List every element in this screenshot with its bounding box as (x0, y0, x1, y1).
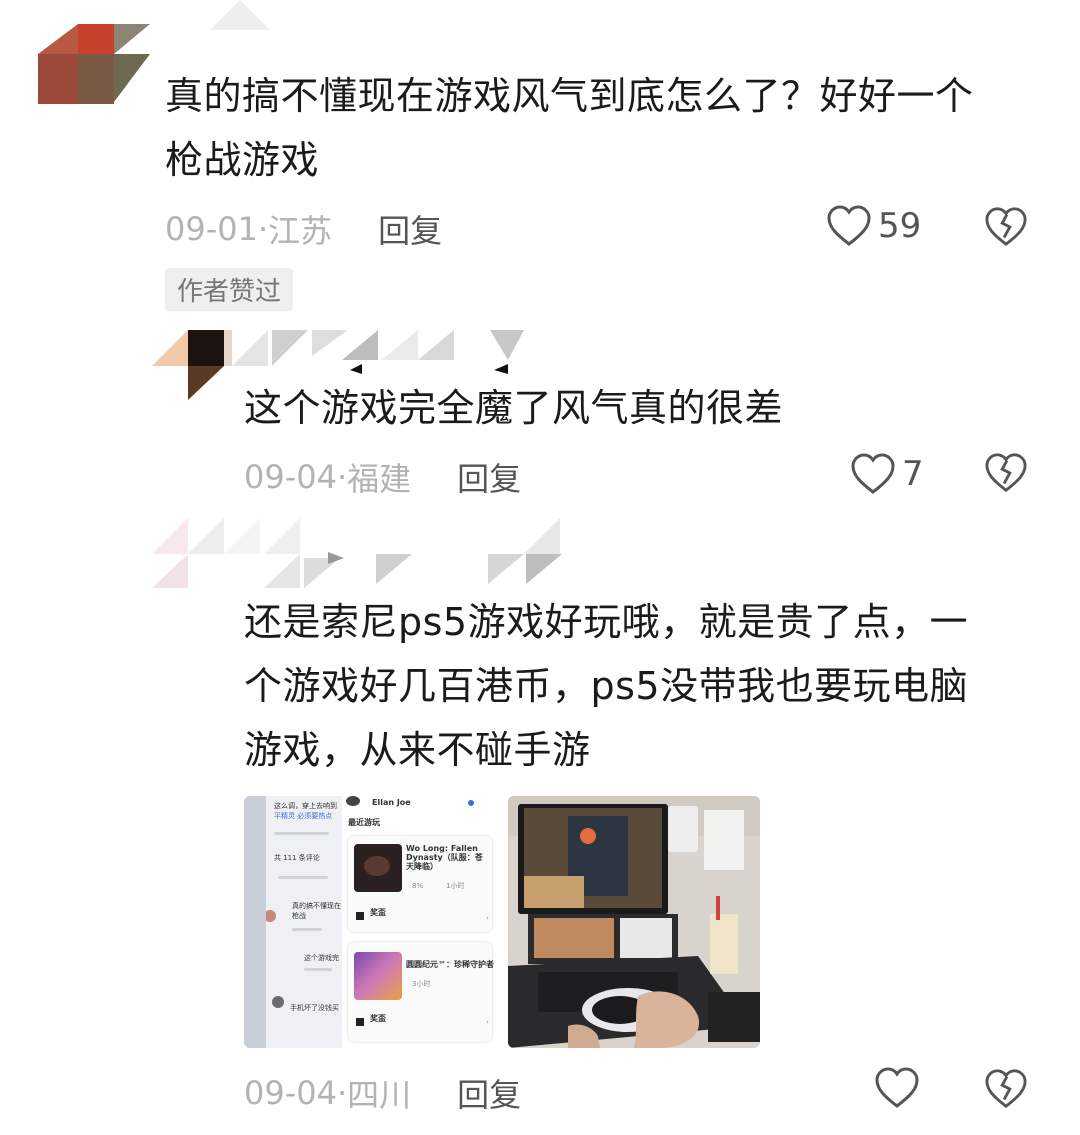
comment-meta: 09-01 · 江苏 回复 (165, 206, 442, 252)
like-count: 59 (878, 206, 922, 246)
screenshot-game-list: Ellan Joe 最近游玩 Wo Long: Fallen Dynasty（队… (342, 796, 496, 1048)
broken-heart-icon[interactable] (984, 206, 1028, 248)
mosaic-censor (264, 518, 562, 588)
like-button[interactable]: 7 (850, 452, 924, 496)
meta-separator: · (336, 458, 348, 496)
comment-location: 福建 (347, 460, 412, 498)
author-liked-badge: 作者赞过 (165, 268, 294, 311)
meta-separator: · (336, 1074, 348, 1112)
comment-text: 这个游戏完全魔了风气真的很差 (244, 386, 784, 430)
meta-separator: · (257, 210, 269, 248)
like-button[interactable]: 59 (826, 204, 921, 248)
comment-location: 四川 (347, 1076, 412, 1114)
avatar-censored[interactable] (152, 518, 272, 590)
screenshot-comment-panel: 这么调，穿上去响到 平精灵 必须要热点 共 111 条评论 真的搞不懂现在 枪战… (244, 796, 342, 1048)
attached-image-photo[interactable] (508, 796, 760, 1048)
heart-outline-icon (851, 453, 895, 494)
broken-heart-icon[interactable] (984, 452, 1028, 494)
comment-meta: 09-04 · 福建 回复 (244, 454, 521, 500)
comment-meta: 09-04 · 四川 回复 (244, 1070, 521, 1116)
heart-outline-icon (827, 205, 871, 246)
avatar-censored[interactable] (152, 326, 232, 400)
like-count: 7 (902, 454, 924, 494)
reply-button[interactable]: 回复 (378, 206, 442, 252)
comment-text: 还是索尼ps5游戏好玩哦，就是贵了点，一 个游戏好几百港币，ps5没带我也要玩电… (244, 600, 969, 772)
broken-heart-icon[interactable] (984, 1068, 1028, 1110)
comment-location: 江苏 (268, 212, 333, 250)
comment-date: 09-04 (244, 1074, 337, 1112)
attached-image-screenshot[interactable]: 这么调，穿上去响到 平精灵 必须要热点 共 111 条评论 真的搞不懂现在 枪战… (244, 796, 496, 1048)
avatar-censored[interactable] (38, 24, 150, 104)
mosaic-censor (210, 0, 270, 30)
comment-text: 真的搞不懂现在游戏风气到底怎么了？好好一个 枪战游戏 (165, 74, 974, 182)
reply-button[interactable]: 回复 (457, 454, 521, 500)
comment-date: 09-01 (165, 210, 258, 248)
comment-date: 09-04 (244, 458, 337, 496)
heart-outline-icon (875, 1067, 919, 1108)
laptop-controller-photo (508, 796, 760, 1048)
reply-button[interactable]: 回复 (457, 1070, 521, 1116)
like-button[interactable] (874, 1066, 926, 1110)
